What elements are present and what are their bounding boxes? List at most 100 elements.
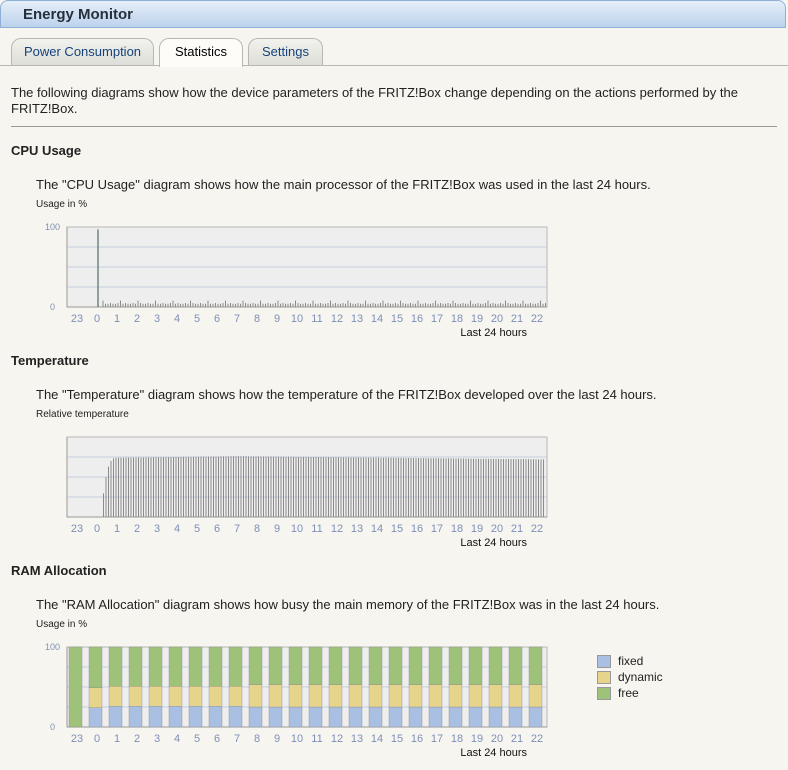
- x-axis-label: Last 24 hours: [460, 747, 527, 759]
- x-tick-label: 14: [371, 523, 383, 535]
- x-tick-label: 7: [234, 733, 240, 745]
- ram-bar-fixed: [388, 706, 403, 728]
- x-tick-label: 13: [351, 313, 363, 325]
- x-tick-label: 16: [411, 523, 423, 535]
- ram-ylabel: Usage in %: [36, 619, 88, 630]
- x-tick-label: 11: [311, 523, 322, 535]
- ram-bar-fixed: [228, 705, 243, 728]
- ram-bar-free: [268, 646, 283, 685]
- ram-bar-fixed: [488, 706, 503, 728]
- x-tick-label: 16: [411, 733, 423, 745]
- x-tick-label: 1: [114, 733, 120, 745]
- y-tick-label: 100: [45, 222, 60, 232]
- x-tick-label: 0: [94, 523, 100, 535]
- x-tick-label: 0: [94, 313, 100, 325]
- x-tick-label: 18: [451, 733, 463, 745]
- x-tick-label: 4: [174, 733, 180, 745]
- x-tick-label: 23: [71, 733, 83, 745]
- x-tick-label: 17: [431, 733, 443, 745]
- ram-bar-free: [88, 646, 103, 688]
- legend-label: dynamic: [618, 670, 663, 684]
- x-tick-label: 21: [511, 523, 523, 535]
- legend-swatch-dynamic: [597, 670, 611, 684]
- x-tick-label: 15: [391, 313, 403, 325]
- ram-bar-free: [108, 646, 123, 687]
- x-tick-label: 18: [451, 313, 463, 325]
- x-tick-label: 19: [471, 313, 483, 325]
- ram-bar-dynamic: [428, 684, 443, 708]
- ram-bar-dynamic: [248, 684, 263, 708]
- x-tick-label: 8: [254, 523, 260, 535]
- x-tick-label: 11: [311, 313, 322, 325]
- x-tick-label: 2: [134, 523, 140, 535]
- x-tick-label: 9: [274, 313, 280, 325]
- ram-bar-free: [408, 646, 423, 685]
- temperature-chart: 23 0 1 2 3 4 5 6 7 8 9 10 11 12 13 14 15 16 17 18 19 20 21 22La…: [66, 436, 548, 549]
- x-tick-label: 0: [94, 733, 100, 745]
- x-tick-label: 10: [291, 733, 303, 745]
- x-tick-label: 4: [174, 523, 180, 535]
- ram-bar-fixed: [108, 705, 123, 728]
- tab-statistics[interactable]: Statistics: [159, 38, 243, 67]
- x-tick-label: 2: [134, 313, 140, 325]
- ram-bar-fixed: [408, 706, 423, 728]
- x-tick-label: 2: [134, 733, 140, 745]
- x-tick-label: 7: [234, 313, 240, 325]
- x-tick-label: 6: [214, 313, 220, 325]
- ram-bar-dynamic: [328, 684, 343, 708]
- tab-power-consumption[interactable]: Power Consumption: [11, 38, 154, 65]
- ram-bar-free: [488, 646, 503, 685]
- ram-bar-free: [368, 646, 383, 685]
- ram-bar-dynamic: [348, 684, 363, 708]
- x-tick-label: 5: [194, 313, 200, 325]
- x-tick-label: 3: [154, 313, 160, 325]
- temperature-ylabel: Relative temperature: [36, 409, 129, 420]
- cpu-ylabel: Usage in %: [36, 199, 88, 210]
- y-tick-label: 0: [50, 302, 55, 312]
- ram-bar-dynamic: [148, 686, 163, 707]
- x-tick-label: 12: [331, 733, 343, 745]
- ram-description: The "RAM Allocation" diagram shows how b…: [36, 597, 660, 612]
- x-tick-label: 22: [531, 313, 543, 325]
- tab-settings[interactable]: Settings: [248, 38, 323, 65]
- x-tick-label: 4: [174, 313, 180, 325]
- x-tick-label: 12: [331, 313, 343, 325]
- ram-bar-free: [288, 646, 303, 685]
- ram-legend: fixed dynamic free: [597, 653, 663, 701]
- ram-bar-dynamic: [108, 686, 123, 707]
- x-tick-label: 21: [511, 733, 523, 745]
- x-tick-label: 6: [214, 733, 220, 745]
- legend-swatch-free: [597, 686, 611, 700]
- legend-item-free: free: [597, 685, 663, 701]
- x-tick-label: 19: [471, 523, 483, 535]
- ram-bar-dynamic: [128, 686, 143, 707]
- ram-bar-dynamic: [448, 684, 463, 708]
- legend-item-dynamic: dynamic: [597, 669, 663, 685]
- x-tick-label: 20: [491, 733, 503, 745]
- x-tick-label: 11: [311, 733, 322, 745]
- x-tick-label: 18: [451, 523, 463, 535]
- ram-bar-dynamic: [508, 684, 523, 708]
- tab-bar: Power Consumption Statistics Settings: [0, 38, 788, 67]
- cpu-usage-chart: 23 0 1 2 3 4 5 6 7 8 9 10 11 12 13 14 15 16 17 18 19 20 21 2201…: [45, 222, 548, 339]
- ram-bar-free: [168, 646, 183, 687]
- x-tick-label: 9: [274, 733, 280, 745]
- legend-label: free: [618, 686, 639, 700]
- divider: [11, 126, 777, 127]
- x-tick-label: 7: [234, 523, 240, 535]
- ram-bar-free: [328, 646, 343, 685]
- ram-bar-fixed: [288, 706, 303, 728]
- x-tick-label: 8: [254, 733, 260, 745]
- x-tick-label: 16: [411, 313, 423, 325]
- window-titlebar: Energy Monitor: [0, 0, 786, 28]
- x-tick-label: 10: [291, 523, 303, 535]
- x-tick-label: 22: [531, 733, 543, 745]
- ram-bar-free: [468, 646, 483, 685]
- ram-bar-fixed: [148, 705, 163, 728]
- ram-bar-free: [228, 646, 243, 687]
- x-tick-label: 3: [154, 733, 160, 745]
- intro-text: The following diagrams show how the devi…: [11, 85, 738, 116]
- ram-bar-dynamic: [208, 686, 223, 707]
- ram-bar-dynamic: [188, 686, 203, 707]
- x-tick-label: 14: [371, 733, 383, 745]
